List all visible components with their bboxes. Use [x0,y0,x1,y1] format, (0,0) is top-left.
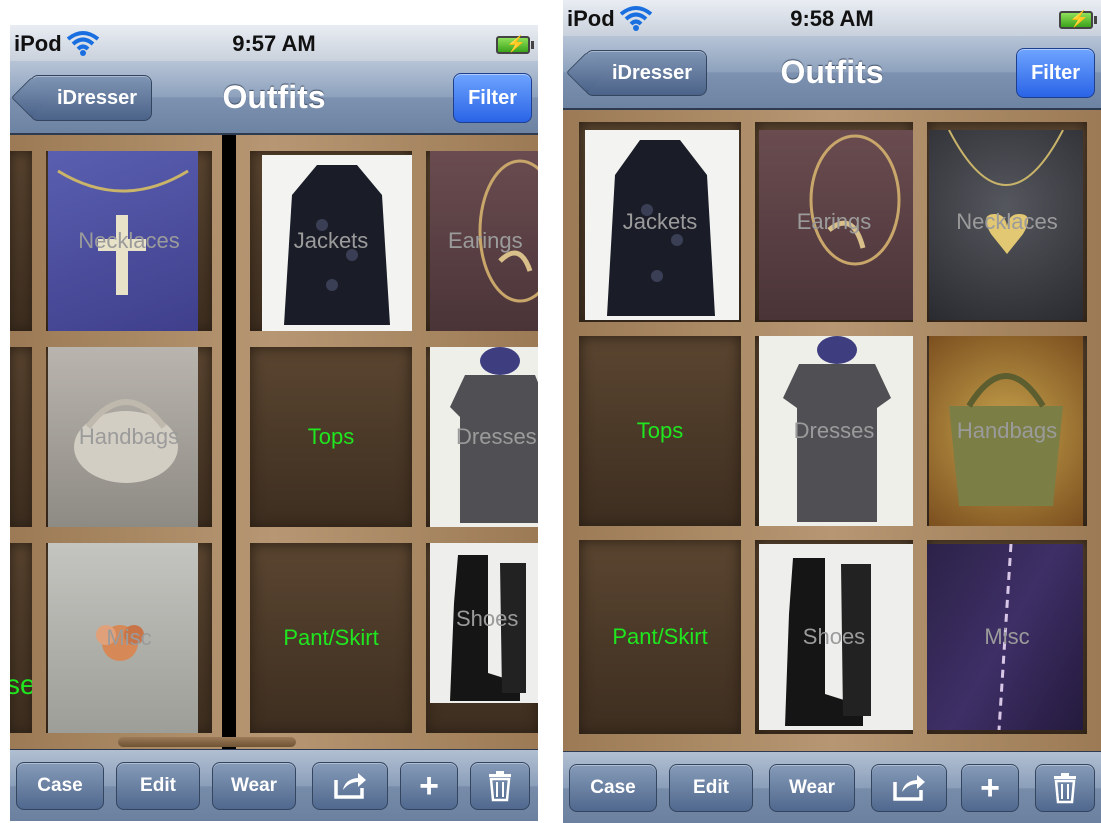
screen-right: iPod 9:58 AM ⚡ iDresser Outfits Filter J… [563,0,1101,823]
cell-label: Handbags [78,424,180,449]
cell-label: Dresses [456,424,537,449]
wear-button[interactable]: Wear [769,764,855,812]
battery-icon: ⚡ [496,36,534,54]
shelf-cell-necklaces[interactable]: Necklaces [46,151,212,331]
shelf-cell-handbags[interactable]: Handbags [927,336,1087,526]
trash-icon [489,771,511,802]
bottom-toolbar: Case Edit Wear + [563,751,1101,823]
screen-left: iPod 9:57 AM ⚡ iDresser Outfits Filter s… [10,25,538,821]
cell-label: Jackets [293,228,369,253]
cell-label: Misc [106,625,152,650]
shelf-cell-jackets[interactable]: Jackets [250,151,412,331]
filter-button[interactable]: Filter [453,73,532,123]
shelf-cell-pant-skirt[interactable]: Pant/Skirt [250,543,412,733]
shelf-cell-misc[interactable]: Misc [46,543,212,733]
cell-label: Dresses [793,418,875,443]
add-button[interactable]: + [961,764,1019,812]
wardrobe-shelf: Jackets Earings Necklaces Tops Dresses H… [563,110,1101,751]
shelf-cell-shoes[interactable]: Shoes [426,543,538,733]
wardrobe-shelf: se Necklaces Handbags Misc Jackets Tops … [10,135,538,749]
cell-label: Earings [796,209,872,234]
share-button[interactable] [312,762,388,810]
shelf-cell-partial [10,151,32,331]
shelf-cell-earings[interactable]: Earings [426,151,538,331]
nav-bar: iDresser Outfits Filter [10,61,538,135]
edit-button[interactable]: Edit [116,762,200,810]
bottom-toolbar: Case Edit Wear + [10,749,538,821]
shelf-cell-tops[interactable]: Tops [579,336,741,526]
add-icon: + [419,767,439,805]
shelf-cell-shoes[interactable]: Shoes [755,540,913,734]
status-time: 9:57 AM [232,31,316,56]
trash-icon [1054,773,1076,804]
status-bar: iPod 9:58 AM ⚡ [563,0,1101,36]
page-scroll-indicator[interactable] [118,737,296,747]
cell-label: Misc [984,624,1030,649]
filter-button[interactable]: Filter [1016,48,1095,98]
wear-button[interactable]: Wear [212,762,296,810]
cell-label: Necklaces [956,209,1058,234]
share-icon [893,775,925,801]
shelf-cell-partial: se [10,543,32,733]
add-icon: + [980,769,1000,807]
shelf-cell-pant-skirt[interactable]: Pant/Skirt [579,540,741,734]
delete-button[interactable] [1035,764,1095,812]
shelf-cell-earings[interactable]: Earings [755,122,913,322]
cell-label: Shoes [456,606,519,631]
cell-label: Earings [448,228,523,253]
status-bar: iPod 9:57 AM ⚡ [10,25,538,61]
page-divider [222,135,236,749]
shelf-cell-misc[interactable]: Misc [927,540,1087,734]
case-button[interactable]: Case [16,762,104,810]
case-button[interactable]: Case [569,764,657,812]
cell-label: Pant/Skirt [283,625,379,650]
cell-label: Necklaces [78,228,180,253]
shelf-cell-handbags[interactable]: Handbags [46,347,212,527]
nav-bar: iDresser Outfits Filter [563,36,1101,110]
battery-icon: ⚡ [1059,11,1097,29]
shelf-cell-necklaces[interactable]: Necklaces [927,122,1087,322]
share-button[interactable] [871,764,947,812]
add-button[interactable]: + [400,762,458,810]
edit-button[interactable]: Edit [669,764,753,812]
shelf-cell-jackets[interactable]: Jackets [579,122,741,322]
cell-label: Tops [307,424,355,449]
cell-label: Handbags [956,418,1058,443]
cell-label: Tops [636,418,684,443]
partial-label: se [10,669,32,700]
shelf-cell-dresses[interactable]: Dresses [755,336,913,526]
status-time: 9:58 AM [790,6,874,31]
cell-label: Pant/Skirt [612,624,708,649]
share-icon [334,773,366,799]
shelf-cell-tops[interactable]: Tops [250,347,412,527]
cell-label: Shoes [802,624,866,649]
delete-button[interactable] [470,762,530,810]
cell-label: Jackets [622,209,698,234]
shelf-cell-dresses[interactable]: Dresses [426,347,538,527]
shelf-cell-partial [10,347,32,527]
